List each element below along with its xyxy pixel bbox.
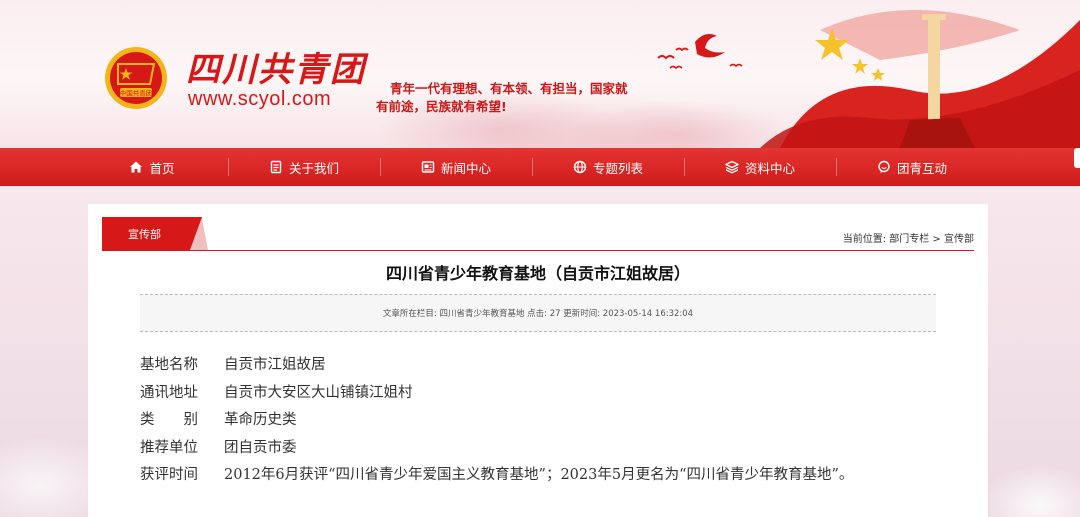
info-value: 自贡市大安区大山铺镇江姐村: [224, 384, 413, 401]
breadcrumb[interactable]: 当前位置: 部门专栏 > 宣传部: [843, 230, 974, 245]
section-tab[interactable]: 宣传部: [102, 217, 202, 250]
info-row-recommender: 推荐单位 团自贡市委: [140, 433, 853, 461]
nav-label: 资料中心: [744, 160, 795, 176]
emblem-text: 中国共青团: [120, 89, 153, 98]
info-label: 类 别: [140, 412, 198, 429]
info-row-name: 基地名称 自贡市江姐故居: [140, 350, 853, 378]
section-header: 宣传部 当前位置: 部门专栏 > 宣传部: [102, 217, 974, 251]
slogan-line-2: 有前途，民族就有希望!: [376, 99, 507, 114]
info-label: 推荐单位: [140, 439, 198, 456]
site-url[interactable]: www.scyol.com: [188, 88, 331, 111]
nav-label: 专题列表: [592, 160, 643, 176]
base-info-table: 基地名称 自贡市江姐故居 通讯地址 自贡市大安区大山铺镇江姐村 类 别 革命历史…: [140, 350, 853, 488]
home-icon: [130, 161, 143, 173]
article-card: 宣传部 当前位置: 部门专栏 > 宣传部 四川省青少年教育基地（自贡市江姐故居）…: [88, 204, 988, 517]
doves-decoration-icon: [657, 34, 743, 70]
news-icon: [421, 161, 435, 173]
nav-edge-handle[interactable]: [1074, 148, 1080, 168]
site-header: 中国共青团 四川共青团 www.scyol.com 青年一代有理想、有本领、有担…: [0, 0, 1080, 148]
main-nav: 首页 关于我们 新闻中心 专题列表 资料中心 团青互动: [0, 148, 1080, 186]
article-title: 四川省青少年教育基地（自贡市江姐故居）: [385, 264, 690, 283]
nav-item-resources[interactable]: 资料中心: [684, 148, 836, 186]
nav-label: 关于我们: [288, 160, 339, 176]
nav-item-interaction[interactable]: 团青互动: [836, 148, 988, 186]
nav-label: 团青互动: [896, 160, 947, 176]
info-value: 革命历史类: [224, 412, 297, 429]
document-icon: [270, 160, 282, 174]
article-meta: 文章所在栏目: 四川省青少年教育基地 点击: 27 更新时间: 2023-05-…: [140, 294, 936, 332]
nav-item-home[interactable]: 首页: [76, 148, 228, 186]
info-value: 自贡市江姐故居: [224, 357, 326, 374]
nav-item-news[interactable]: 新闻中心: [380, 148, 532, 186]
info-label: 通讯地址: [140, 384, 198, 401]
chat-icon: [878, 160, 890, 173]
info-row-address: 通讯地址 自贡市大安区大山铺镇江姐村: [140, 378, 853, 406]
nav-item-topics[interactable]: 专题列表: [532, 148, 684, 186]
nav-item-about[interactable]: 关于我们: [228, 148, 380, 186]
nav-label: 新闻中心: [440, 160, 491, 176]
info-row-award-time: 获评时间 2012年6月获评“四川省青少年爱国主义教育基地”；2023年5月更名…: [140, 460, 853, 488]
layers-icon: [724, 160, 739, 174]
info-label: 基地名称: [140, 357, 198, 374]
red-flag-monument-decoration-icon: [760, 10, 1080, 148]
nav-label: 首页: [149, 160, 175, 176]
info-label: 获评时间: [140, 467, 198, 484]
slogan-line-1: 青年一代有理想、有本领、有担当，国家就: [390, 81, 628, 96]
globe-icon: [573, 160, 587, 174]
info-value: 2012年6月获评“四川省青少年爱国主义教育基地”；2023年5月更名为“四川省…: [224, 467, 854, 484]
info-row-category: 类 别 革命历史类: [140, 405, 853, 433]
info-value: 团自贡市委: [224, 439, 297, 456]
site-name-logo[interactable]: 四川共青团: [186, 42, 366, 91]
youth-league-emblem-icon[interactable]: 中国共青团: [104, 46, 168, 110]
